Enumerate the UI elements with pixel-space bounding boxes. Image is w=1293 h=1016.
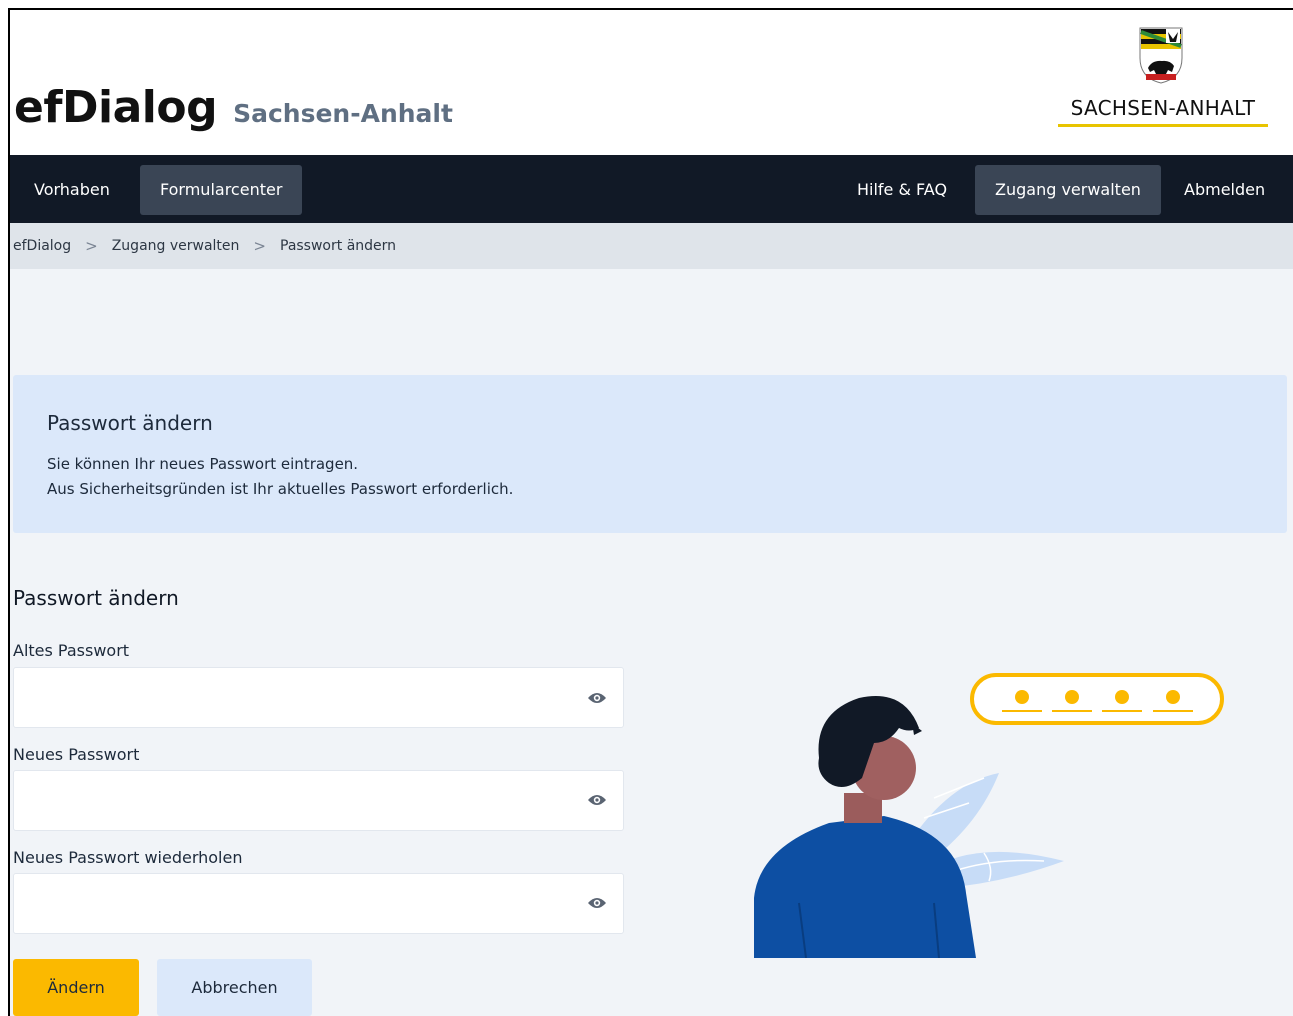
state-logo-underline bbox=[1058, 124, 1268, 127]
nav-item-zugang-verwalten[interactable]: Zugang verwalten bbox=[975, 165, 1161, 215]
new-password-label: Neues Passwort bbox=[13, 745, 140, 764]
info-text-line-1: Sie können Ihr neues Passwort eintragen. bbox=[47, 455, 359, 473]
state-logo[interactable]: SACHSEN-ANHALT bbox=[1058, 26, 1268, 138]
main-nav: Vorhaben Formularcenter Hilfe & FAQ Zuga… bbox=[10, 155, 1293, 223]
breadcrumb-item-home[interactable]: efDialog bbox=[13, 238, 71, 254]
repeat-password-input[interactable] bbox=[13, 873, 624, 934]
cancel-button[interactable]: Abbrechen bbox=[157, 959, 312, 1016]
breadcrumb-separator: > bbox=[85, 237, 98, 255]
breadcrumb-item-current: Passwort ändern bbox=[280, 238, 397, 254]
breadcrumb-item-zugang[interactable]: Zugang verwalten bbox=[112, 238, 240, 254]
site-brand[interactable]: efDialog Sachsen-Anhalt bbox=[14, 82, 453, 133]
old-password-label: Altes Passwort bbox=[13, 641, 130, 660]
window-frame-top bbox=[8, 8, 1293, 10]
eye-icon[interactable] bbox=[584, 787, 610, 813]
breadcrumb: efDialog > Zugang verwalten > Passwort ä… bbox=[10, 223, 1293, 269]
info-box: Passwort ändern Sie können Ihr neues Pas… bbox=[13, 375, 1287, 533]
submit-button[interactable]: Ändern bbox=[13, 959, 139, 1016]
brand-name: efDialog bbox=[14, 82, 218, 133]
info-text-line-2: Aus Sicherheitsgründen ist Ihr aktuelles… bbox=[47, 480, 514, 498]
breadcrumb-separator: > bbox=[253, 237, 266, 255]
brand-region: Sachsen-Anhalt bbox=[233, 99, 453, 128]
window-frame-left bbox=[8, 8, 10, 1016]
repeat-password-label: Neues Passwort wiederholen bbox=[13, 848, 243, 867]
password-illustration bbox=[754, 673, 1224, 958]
form-heading: Passwort ändern bbox=[13, 586, 179, 610]
nav-item-hilfe-faq[interactable]: Hilfe & FAQ bbox=[837, 165, 967, 215]
eye-icon[interactable] bbox=[584, 890, 610, 916]
eye-icon[interactable] bbox=[584, 685, 610, 711]
main-content: Passwort ändern Sie können Ihr neues Pas… bbox=[10, 269, 1293, 1016]
info-title: Passwort ändern bbox=[47, 411, 213, 435]
old-password-input[interactable] bbox=[13, 667, 624, 728]
nav-item-vorhaben[interactable]: Vorhaben bbox=[14, 165, 130, 215]
new-password-input[interactable] bbox=[13, 770, 624, 831]
nav-item-abmelden[interactable]: Abmelden bbox=[1164, 165, 1285, 215]
state-name: SACHSEN-ANHALT bbox=[1070, 96, 1256, 120]
site-header: efDialog Sachsen-Anhalt SACHSEN-ANHALT bbox=[10, 10, 1293, 155]
nav-item-formularcenter[interactable]: Formularcenter bbox=[140, 165, 303, 215]
coat-of-arms-icon bbox=[1139, 27, 1183, 84]
